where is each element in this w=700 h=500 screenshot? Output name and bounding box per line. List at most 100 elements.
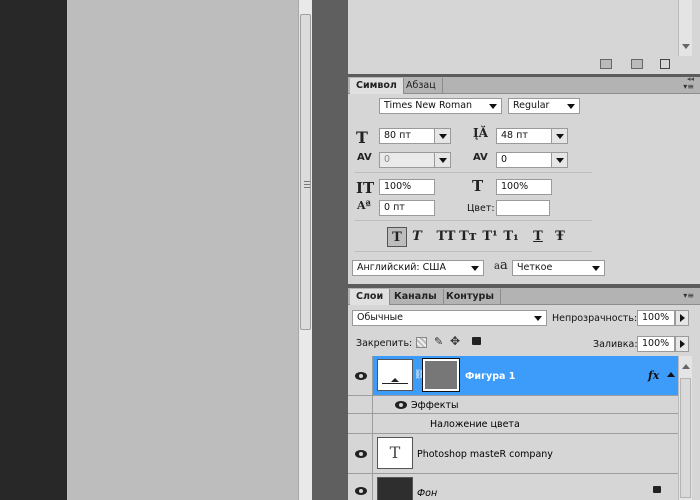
opacity-slider-button[interactable] (675, 310, 689, 326)
top-panel (348, 0, 700, 74)
effect-color-overlay-row[interactable]: Наложение цвета (348, 414, 678, 434)
language-select[interactable]: Английский: США (352, 260, 484, 276)
chevron-down-icon (471, 266, 479, 271)
superscript-button[interactable]: T¹ (481, 227, 499, 247)
small-caps-button[interactable]: Tт (459, 227, 477, 247)
visibility-toggle[interactable] (348, 474, 373, 500)
background-thumbnail (377, 477, 413, 500)
layer-name[interactable]: Photoshop masteR company (417, 449, 553, 460)
language-value: Английский: США (357, 262, 446, 273)
kerning-input[interactable]: 0 (379, 152, 435, 168)
tracking-input[interactable]: 0 (496, 152, 552, 168)
text-color-swatch[interactable] (496, 200, 550, 216)
font-family-select[interactable]: Times New Roman (379, 98, 502, 114)
vertical-scale-icon: IT (356, 179, 375, 197)
lock-transparency-icon[interactable] (416, 337, 427, 348)
workspace-background (0, 0, 67, 500)
chevron-down-icon (556, 134, 564, 139)
horizontal-scale-icon: T (472, 177, 484, 195)
font-style-value: Regular (513, 100, 550, 111)
blend-mode-value: Обычные (357, 312, 404, 323)
font-size-icon: T (356, 128, 368, 147)
vector-mask-thumbnail[interactable] (422, 358, 460, 392)
tab-paragraph[interactable]: Абзац (400, 78, 443, 94)
vertical-scale-input[interactable]: 100% (379, 179, 435, 195)
lock-pixels-icon[interactable]: ✎ (434, 335, 443, 348)
tab-paths[interactable]: Контуры (440, 289, 501, 305)
kerning-dropdown[interactable] (434, 152, 451, 168)
fill-label: Заливка: (593, 339, 638, 350)
scroll-up-icon[interactable] (682, 364, 690, 369)
visibility-cell (348, 396, 373, 413)
tab-character[interactable]: Символ (350, 78, 404, 94)
text-layer-thumbnail: T (377, 437, 413, 469)
chevron-down-icon (567, 104, 575, 109)
scrollbar-thumb[interactable] (300, 14, 311, 330)
lock-label: Закрепить: (356, 338, 413, 349)
trash-icon[interactable] (660, 59, 670, 69)
scrollbar-track[interactable] (680, 378, 691, 498)
all-caps-button[interactable]: TT (436, 227, 456, 247)
panel-menu-icon[interactable]: ▾≡ (682, 291, 694, 301)
layer-row-background[interactable]: Фон (348, 474, 678, 500)
eye-icon (355, 487, 367, 495)
layers-scrollbar[interactable] (678, 356, 692, 500)
tracking-dropdown[interactable] (551, 152, 568, 168)
leading-input[interactable]: 48 пт (496, 128, 552, 144)
layer-effects-row[interactable]: Эффекты (348, 396, 678, 414)
document-canvas[interactable] (67, 0, 298, 500)
font-style-select[interactable]: Regular (508, 98, 580, 114)
lock-icon (653, 486, 661, 493)
antialias-icon: aa (494, 258, 508, 273)
lock-all-icon[interactable] (472, 337, 481, 345)
leading-icon: ĮĂ (473, 126, 488, 140)
fx-icon[interactable]: fx (648, 369, 659, 382)
scroll-down-icon[interactable] (682, 44, 690, 49)
baseline-shift-input[interactable]: 0 пт (379, 200, 435, 216)
layer-name[interactable]: Фигура 1 (465, 371, 515, 382)
color-label: Цвет: (467, 203, 495, 214)
horizontal-scale-input[interactable]: 100% (496, 179, 552, 195)
workspace-gap (312, 0, 348, 500)
visibility-toggle[interactable] (348, 434, 373, 473)
tab-layers[interactable]: Слои (350, 289, 391, 305)
chevron-down-icon (534, 316, 542, 321)
panel-menu-icon[interactable]: ▾≡ (682, 82, 694, 92)
antialias-select[interactable]: Четкое (512, 260, 605, 276)
layer-row-text[interactable]: T Photoshop masteR company (348, 434, 678, 474)
fill-input[interactable]: 100% (637, 336, 675, 352)
faux-italic-button[interactable]: T (410, 227, 424, 247)
subscript-button[interactable]: T₁ (502, 227, 520, 247)
effect-name: Наложение цвета (430, 419, 520, 430)
layers-tabbar: Слои Каналы Контуры ▾≡ (348, 288, 700, 305)
layer-row-shape[interactable]: ⛓ Фигура 1 fx (348, 356, 678, 396)
new-doc-icon[interactable] (600, 59, 612, 69)
antialias-value: Четкое (517, 262, 553, 273)
faux-bold-button[interactable]: T (387, 227, 407, 247)
strikethrough-button[interactable]: Ŧ (553, 227, 567, 247)
collapse-effects-icon[interactable] (667, 372, 675, 377)
tab-channels[interactable]: Каналы (388, 289, 444, 305)
font-size-dropdown[interactable] (434, 128, 451, 144)
top-panel-scrollbar[interactable] (678, 0, 692, 56)
leading-dropdown[interactable] (551, 128, 568, 144)
canvas-vertical-scrollbar[interactable] (298, 0, 312, 500)
camera-icon[interactable] (631, 59, 643, 69)
chevron-down-icon (439, 158, 447, 163)
chevron-down-icon (556, 158, 564, 163)
opacity-label: Непрозрачность: (552, 313, 638, 324)
font-size-input[interactable]: 80 пт (379, 128, 435, 144)
chevron-right-icon (680, 340, 685, 348)
fill-slider-button[interactable] (675, 336, 689, 352)
underline-button[interactable]: T (531, 227, 545, 247)
layer-name[interactable]: Фон (417, 488, 437, 499)
lock-position-icon[interactable]: ✥ (450, 334, 460, 348)
font-family-value: Times New Roman (384, 100, 473, 111)
visibility-toggle[interactable] (348, 356, 373, 395)
layer-thumbnail (377, 359, 413, 391)
eye-icon (355, 372, 367, 380)
blend-mode-select[interactable]: Обычные (352, 310, 547, 326)
divider (354, 172, 592, 173)
opacity-input[interactable]: 100% (637, 310, 675, 326)
eye-icon[interactable] (395, 401, 407, 409)
